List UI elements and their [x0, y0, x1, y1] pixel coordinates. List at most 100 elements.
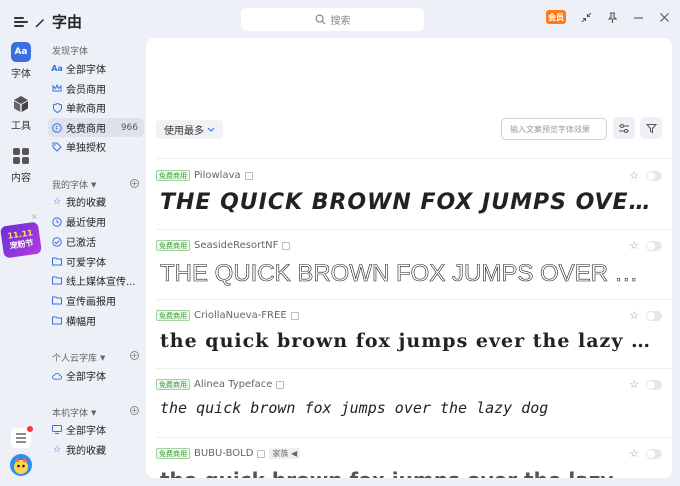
sidebar-item-single-commercial[interactable]: 单款商用	[48, 98, 144, 117]
sliders-icon	[619, 123, 629, 133]
sidebar-item-cloud-all[interactable]: 全部字体	[48, 366, 144, 385]
section-title-cloud[interactable]: 个人云字库 ▼	[52, 351, 106, 365]
activate-toggle[interactable]	[646, 170, 662, 181]
minimize-icon[interactable]	[632, 11, 644, 23]
copy-icon[interactable]	[282, 241, 291, 250]
copy-icon[interactable]	[276, 380, 285, 389]
rail-item-tools[interactable]: 工具	[0, 94, 42, 132]
section-title-text: 个人云字库	[52, 354, 98, 364]
font-row[interactable]: 免费商用 SeasideResortNF ☆ THE QUICK BROWN F…	[156, 230, 662, 299]
font-row-actions: ☆	[629, 379, 662, 390]
sidebar-item-label: 全部字体	[66, 65, 106, 76]
sidebar-item-poster[interactable]: 宣传画报用	[48, 291, 144, 310]
filter-button[interactable]	[640, 117, 662, 139]
rail-item-fonts[interactable]: Aa 字体	[0, 42, 42, 80]
section-title-discover: 发现字体	[52, 47, 89, 57]
sort-dropdown[interactable]: 使用最多	[156, 120, 223, 139]
font-name[interactable]: BUBU-BOLD	[194, 448, 253, 459]
promo-line2: 宠粉节	[9, 238, 35, 251]
sidebar-item-label: 可爱字体	[66, 258, 106, 269]
sidebar-item-free-commercial[interactable]: F 免费商用 966	[48, 118, 144, 137]
favorite-star-icon[interactable]: ☆	[629, 170, 639, 181]
notification-dot	[27, 426, 33, 432]
copy-icon[interactable]	[290, 311, 299, 320]
font-row-actions: ☆	[629, 448, 662, 459]
sidebar-item-all-fonts[interactable]: Aa 全部字体	[48, 59, 144, 78]
adjust-settings-button[interactable]	[613, 117, 635, 139]
family-tag[interactable]: 家族 ◀	[269, 448, 301, 459]
font-name[interactable]: SeasideResortNF	[194, 240, 278, 251]
folder-icon	[52, 276, 62, 286]
activate-toggle[interactable]	[646, 379, 662, 390]
pin-icon[interactable]	[606, 11, 618, 23]
font-name[interactable]: CriollaNueva-FREE	[194, 310, 287, 321]
rail-label: 字体	[11, 69, 31, 80]
sidebar-item-my-favorites[interactable]: ☆ 我的收藏	[48, 192, 144, 211]
sidebar-item-local-all[interactable]: 全部字体	[48, 420, 144, 439]
pen-icon	[35, 18, 44, 27]
font-row[interactable]: 免费商用 Pilowlava ☆ THE QUICK BROWN FOX JUM…	[156, 160, 662, 229]
sidebar-item-label: 单独授权	[66, 143, 106, 154]
search-placeholder: 搜索	[330, 16, 351, 27]
rail-item-content[interactable]: 内容	[0, 146, 42, 184]
font-sample: the quick brown fox jumps over the lazy …	[160, 468, 652, 478]
monitor-icon	[52, 425, 62, 435]
favorite-star-icon[interactable]: ☆	[629, 310, 639, 321]
activate-toggle[interactable]	[646, 240, 662, 251]
filter-icon	[645, 123, 657, 133]
activate-toggle[interactable]	[646, 310, 662, 321]
add-local-font-icon[interactable]: +	[130, 406, 139, 415]
grid-icon	[11, 146, 31, 166]
section-title-my-fonts[interactable]: 我的字体 ▼	[52, 178, 96, 192]
sidebar-item-separate-license[interactable]: 单独授权	[48, 137, 144, 156]
favorite-star-icon[interactable]: ☆	[629, 240, 639, 251]
caret-down-icon: ▼	[100, 353, 106, 362]
sidebar-item-online-media[interactable]: 线上媒体宣传...	[48, 271, 144, 290]
divider	[156, 158, 672, 159]
tag-icon	[52, 142, 62, 152]
caret-down-icon: ▼	[91, 408, 97, 417]
add-my-font-icon[interactable]: +	[130, 179, 139, 188]
sidebar-item-recent[interactable]: 最近使用	[48, 212, 144, 231]
shield-icon	[52, 102, 62, 113]
add-cloud-font-icon[interactable]: +	[130, 351, 139, 360]
sidebar-item-label: 我的收藏	[66, 446, 106, 457]
font-name[interactable]: Alinea Typeface	[194, 379, 272, 390]
sidebar-item-label: 已激活	[66, 238, 96, 249]
favorite-star-icon[interactable]: ☆	[629, 379, 639, 390]
copy-icon[interactable]	[244, 171, 253, 180]
sidebar-item-label: 全部字体	[66, 426, 106, 437]
sidebar-item-activated[interactable]: 已激活	[48, 232, 144, 251]
shrink-icon[interactable]	[580, 11, 592, 23]
favorite-star-icon[interactable]: ☆	[629, 448, 639, 459]
notice-list-icon[interactable]	[11, 426, 33, 448]
font-sample: the quick brown fox jumps ever the lazy …	[160, 330, 652, 352]
sidebar-item-member-commercial[interactable]: 会员商用	[48, 79, 144, 98]
sidebar-item-local-favorites[interactable]: ☆ 我的收藏	[48, 440, 144, 459]
section-title-local[interactable]: 本机字体 ▼	[52, 406, 97, 420]
sidebar-item-banner[interactable]: 横幅用	[48, 311, 144, 330]
collapse-menu-icon[interactable]	[14, 16, 28, 28]
font-row[interactable]: 免费商用 Alinea Typeface ☆ the quick brown f…	[156, 369, 662, 438]
member-badge[interactable]: 会员	[546, 10, 566, 24]
chevron-down-icon	[207, 127, 215, 132]
sidebar-item-cute-fonts[interactable]: 可爱字体	[48, 252, 144, 271]
preview-text-input[interactable]: 输入文案预览字体效果	[501, 118, 607, 140]
promo-banner[interactable]: 11.11 宠粉节	[0, 221, 43, 259]
section-title-text: 我的字体	[52, 181, 89, 191]
folder-icon	[52, 296, 62, 306]
copy-icon[interactable]	[257, 449, 266, 458]
search-input[interactable]: 搜索	[241, 8, 424, 31]
main-panel: 使用最多 输入文案预览字体效果 免费商用 Pilowlava ☆ THE QUI…	[146, 38, 672, 478]
close-icon[interactable]	[658, 11, 670, 23]
font-row-header: 免费商用 CriollaNueva-FREE	[156, 310, 299, 321]
font-row[interactable]: 免费商用 BUBU-BOLD 家族 ◀ ☆ the quick brown fo…	[156, 438, 662, 478]
promo-close-icon[interactable]: ×	[31, 212, 38, 221]
avatar[interactable]	[10, 454, 32, 476]
font-row[interactable]: 免费商用 CriollaNueva-FREE ☆ the quick brown…	[156, 300, 662, 369]
sidebar-item-label: 线上媒体宣传...	[66, 277, 136, 288]
rail-label: 内容	[11, 173, 31, 184]
activate-toggle[interactable]	[646, 448, 662, 459]
sidebar-item-label: 免费商用	[66, 124, 106, 135]
font-name[interactable]: Pilowlava	[194, 170, 241, 181]
